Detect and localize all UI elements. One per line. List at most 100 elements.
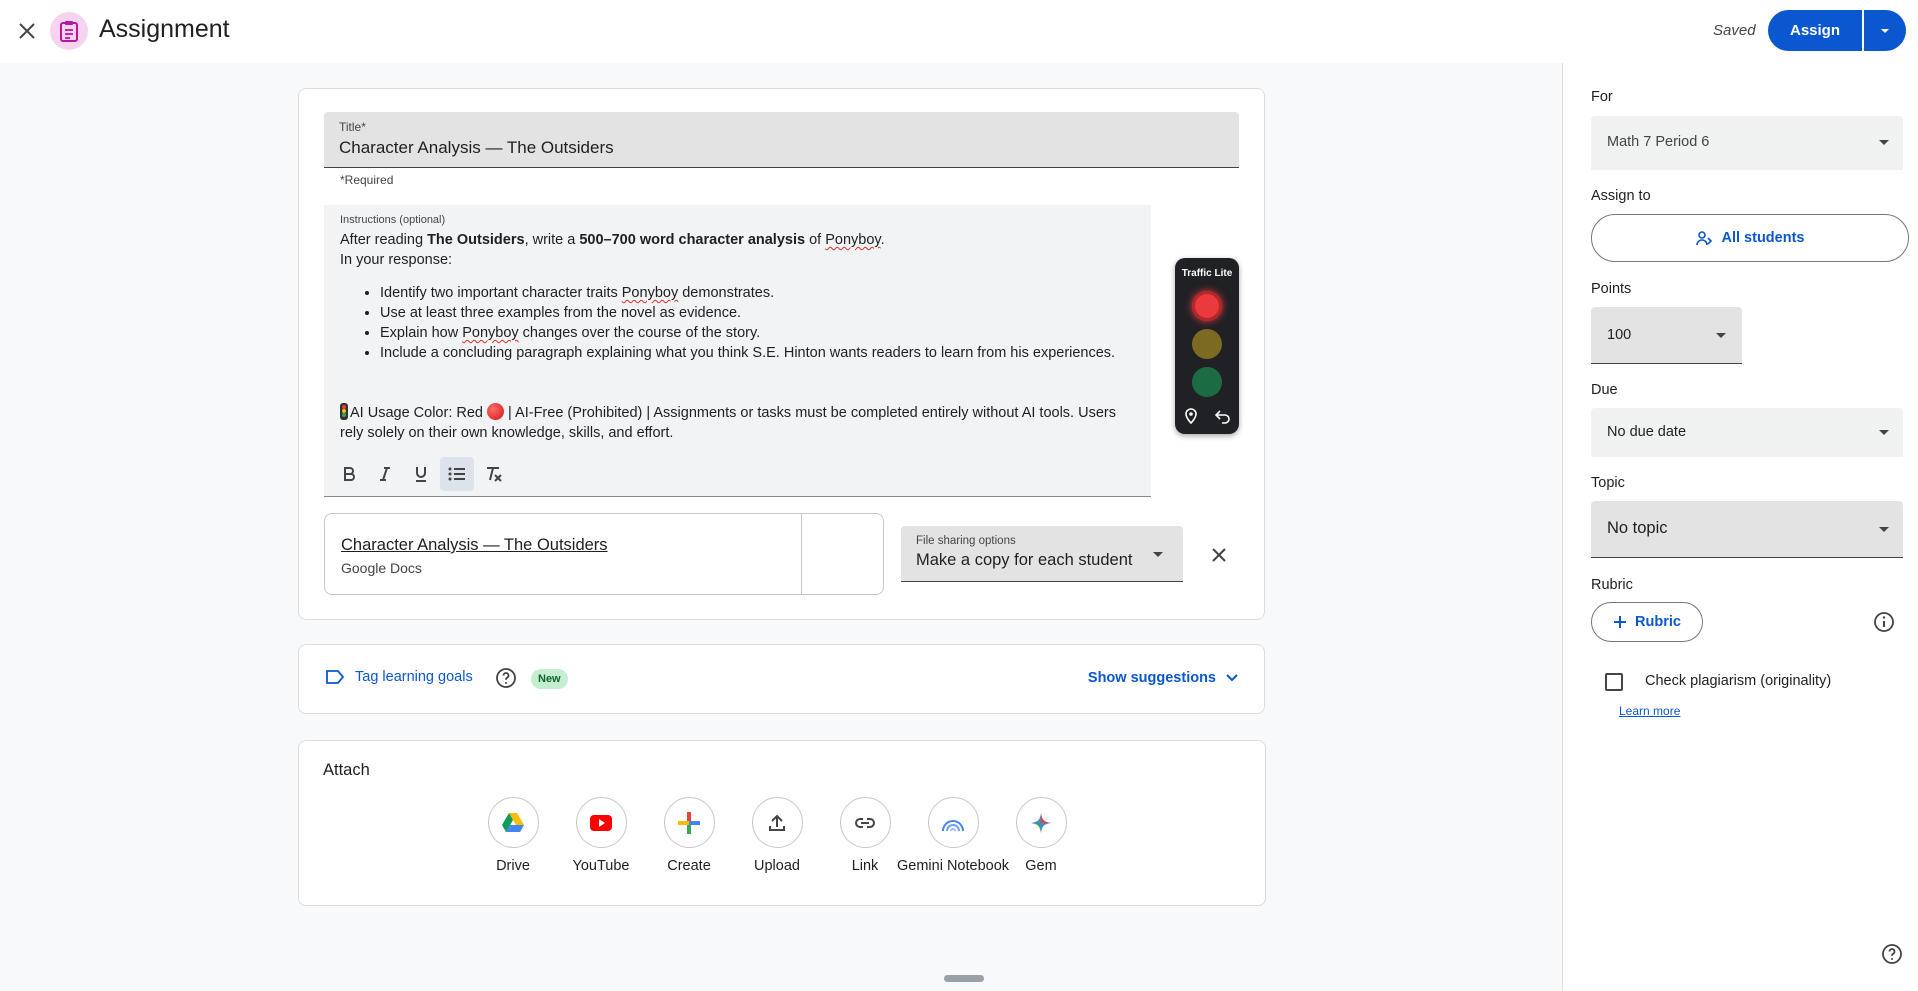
instructions-bullets[interactable]: Identify two important character traits …	[380, 283, 1115, 363]
help-icon[interactable]	[495, 667, 517, 694]
learn-more-link[interactable]: Learn more	[1619, 704, 1680, 718]
instructions-text[interactable]: After reading The Outsiders, write a 500…	[340, 230, 1140, 270]
attach-label: Upload	[754, 858, 800, 874]
attach-create-button[interactable]: Create	[645, 797, 733, 874]
attach-link-button[interactable]: Link	[821, 797, 909, 874]
list-item: Explain how Ponyboy changes over the cou…	[380, 323, 1115, 343]
attach-gemini-notebook-button[interactable]: Gemini Notebook	[897, 797, 1009, 874]
top-bar: Assignment Saved Assign	[0, 0, 1918, 63]
info-icon[interactable]	[1873, 611, 1895, 638]
bulleted-list-icon[interactable]	[440, 457, 474, 491]
dropdown-caret-icon	[1716, 333, 1726, 338]
traffic-lite-widget[interactable]: Traffic Lite	[1175, 258, 1239, 434]
link-icon[interactable]	[839, 797, 891, 848]
attachment-chip[interactable]: Character Analysis — The Outsiders Googl…	[324, 513, 884, 595]
file-sharing-label: File sharing options	[916, 535, 1016, 547]
red-circle-emoji-icon	[487, 403, 505, 420]
help-icon[interactable]	[1881, 943, 1903, 970]
drive-icon[interactable]	[487, 797, 539, 848]
attach-label: Create	[667, 858, 711, 874]
rubric-button-label: Rubric	[1635, 614, 1681, 630]
ai-usage-line: AI Usage Color: Red | AI-Free (Prohibite…	[340, 403, 1116, 441]
show-suggestions-label: Show suggestions	[1087, 670, 1216, 686]
dropdown-caret-icon	[1879, 140, 1889, 145]
dropdown-caret-icon	[1879, 527, 1889, 532]
plagiarism-label: Check plagiarism (originality)	[1645, 673, 1832, 689]
list-item: Use at least three examples from the nov…	[380, 303, 1115, 323]
instructions-editor[interactable]: Instructions (optional) After reading Th…	[324, 205, 1151, 497]
attach-upload-button[interactable]: Upload	[733, 797, 821, 874]
upload-icon[interactable]	[751, 797, 803, 848]
underline-icon[interactable]	[404, 457, 438, 491]
attach-gem-button[interactable]: Gem	[997, 797, 1085, 874]
class-select[interactable]: Math 7 Period 6	[1591, 116, 1903, 170]
file-sharing-select[interactable]: File sharing options Make a copy for eac…	[901, 526, 1183, 582]
youtube-icon[interactable]	[575, 797, 627, 848]
class-select-value: Math 7 Period 6	[1607, 134, 1710, 150]
show-suggestions-button[interactable]: Show suggestions	[1088, 670, 1238, 686]
attachment-type: Google Docs	[341, 560, 422, 576]
title-field[interactable]: Title* Character Analysis — The Outsider…	[324, 112, 1239, 168]
plus-icon	[1614, 616, 1627, 628]
assign-to-button[interactable]: All students	[1591, 214, 1909, 262]
rubric-label: Rubric	[1591, 577, 1633, 593]
resize-handle[interactable]	[944, 975, 984, 982]
title-field-value[interactable]: Character Analysis — The Outsiders	[339, 138, 614, 158]
people-icon	[1695, 231, 1712, 246]
close-icon[interactable]	[14, 18, 40, 44]
attach-options: Drive YouTube Create Upload Link Gemini …	[469, 797, 1085, 874]
traffic-light-red[interactable]	[1192, 291, 1222, 321]
attach-drive-button[interactable]: Drive	[469, 797, 557, 874]
attachment-name[interactable]: Character Analysis — The Outsiders	[341, 536, 608, 555]
traffic-light-emoji-icon	[340, 403, 348, 420]
label-tag-icon	[326, 670, 345, 684]
gem-icon[interactable]	[1015, 797, 1067, 848]
attach-youtube-button[interactable]: YouTube	[557, 797, 645, 874]
list-item: Include a concluding paragraph explainin…	[380, 343, 1115, 363]
formatting-toolbar	[332, 457, 510, 491]
required-note: *Required	[340, 173, 394, 187]
traffic-lite-label: Traffic Lite	[1181, 268, 1233, 279]
clear-formatting-icon[interactable]	[476, 457, 510, 491]
saved-status: Saved	[1713, 22, 1756, 39]
pin-icon[interactable]	[1183, 408, 1199, 429]
points-label: Points	[1591, 281, 1632, 297]
undo-icon[interactable]	[1214, 408, 1231, 429]
assignment-icon	[50, 12, 88, 50]
italic-icon[interactable]	[368, 457, 402, 491]
page-title: Assignment	[99, 15, 230, 43]
points-select[interactable]: 100	[1591, 307, 1742, 364]
remove-attachment-icon[interactable]	[1205, 541, 1233, 569]
assign-button[interactable]: Assign	[1768, 10, 1862, 51]
assign-options-dropdown[interactable]	[1864, 10, 1906, 51]
tag-learning-goals-button[interactable]: Tag learning goals	[325, 669, 473, 685]
attachment-thumbnail[interactable]	[801, 514, 883, 594]
assign-to-value: All students	[1721, 230, 1805, 246]
attach-label: Link	[851, 858, 879, 874]
new-badge: New	[531, 669, 568, 689]
traffic-light-yellow[interactable]	[1192, 329, 1222, 359]
attach-label: YouTube	[572, 858, 630, 874]
create-plus-icon[interactable]	[663, 797, 715, 848]
bold-icon[interactable]	[332, 457, 366, 491]
attach-label: Gemini Notebook	[896, 858, 1010, 874]
plagiarism-checkbox[interactable]	[1605, 673, 1623, 691]
assign-to-label: Assign to	[1591, 188, 1651, 204]
topic-label: Topic	[1591, 475, 1625, 491]
attach-label: Drive	[496, 858, 530, 874]
topic-value: No topic	[1607, 519, 1668, 537]
title-field-label: Title*	[339, 120, 366, 134]
points-value: 100	[1607, 327, 1632, 343]
list-item: Identify two important character traits …	[380, 283, 1115, 303]
attach-title: Attach	[323, 761, 370, 779]
due-date-value: No due date	[1607, 424, 1687, 440]
due-date-select[interactable]: No due date	[1591, 408, 1903, 457]
gemini-notebook-icon[interactable]	[927, 797, 979, 848]
topic-select[interactable]: No topic	[1591, 501, 1903, 558]
attach-label: Gem	[1025, 858, 1057, 874]
traffic-light-green[interactable]	[1192, 367, 1222, 397]
add-rubric-button[interactable]: Rubric	[1591, 602, 1703, 642]
for-label: For	[1591, 89, 1613, 105]
attach-card: Attach Drive YouTube Create Upload Link …	[298, 740, 1266, 906]
file-sharing-value: Make a copy for each student	[916, 551, 1133, 569]
